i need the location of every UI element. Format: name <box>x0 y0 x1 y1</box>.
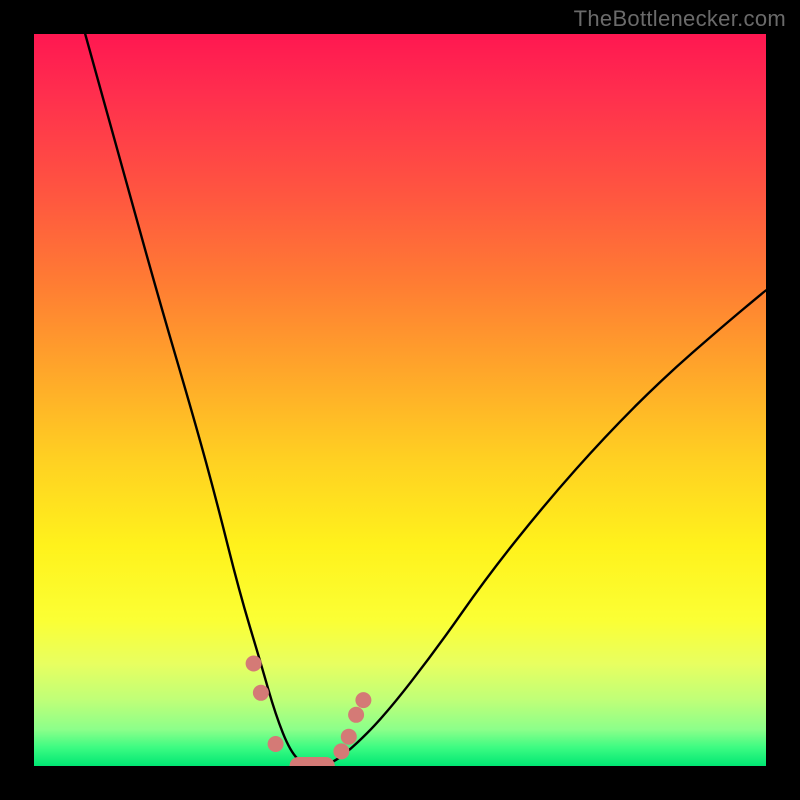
plot-area <box>34 34 766 766</box>
recommended-marker <box>268 736 284 752</box>
recommended-marker <box>333 743 349 759</box>
recommended-marker <box>246 656 262 672</box>
recommended-marker <box>341 729 357 745</box>
bottleneck-curve <box>85 34 766 766</box>
attribution-label: TheBottlenecker.com <box>574 6 786 32</box>
recommended-range-pill <box>290 757 335 766</box>
recommended-marker <box>348 707 364 723</box>
recommended-marker <box>253 685 269 701</box>
chart-frame: TheBottlenecker.com <box>0 0 800 800</box>
recommended-marker <box>355 692 371 708</box>
chart-overlay <box>34 34 766 766</box>
